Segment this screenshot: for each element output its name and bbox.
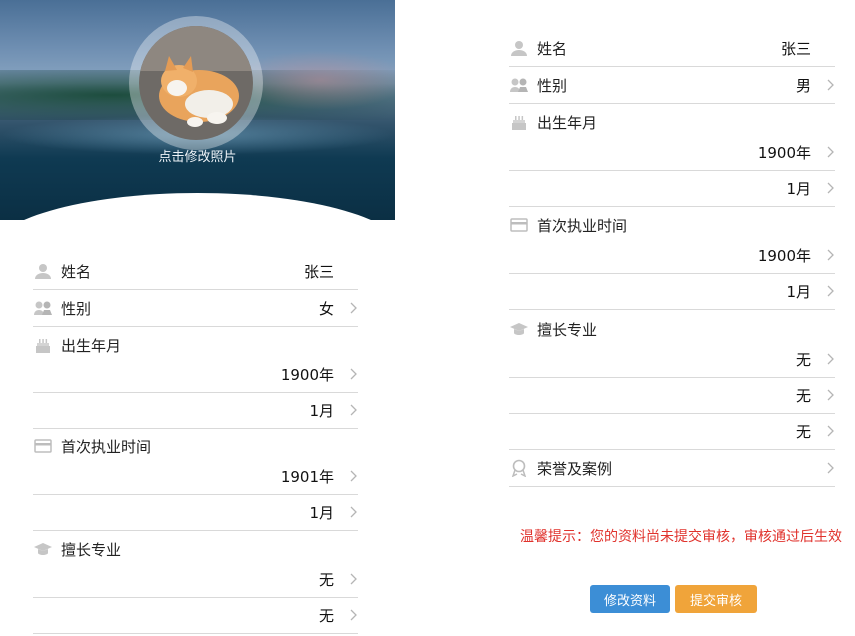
graduation-cap-icon [33, 539, 53, 559]
row-label: 擅长专业 [537, 320, 598, 339]
chevron-right-icon [340, 503, 358, 522]
chevron-right-icon [340, 299, 358, 318]
row-label: 擅长专业 [61, 540, 122, 559]
profile-row[interactable]: 1900年 [509, 134, 835, 171]
row-label: 首次执业时间 [537, 216, 628, 235]
row-value: 无 [318, 570, 334, 589]
chevron-right-icon [817, 350, 835, 369]
chevron-right-icon [817, 143, 835, 162]
profile-row[interactable]: 1月 [509, 273, 835, 310]
row-value: 女 [318, 299, 334, 318]
profile-row[interactable]: 无 [33, 561, 358, 598]
change-photo-label[interactable]: 点击修改照片 [0, 146, 395, 165]
edit-profile-button[interactable]: 修改资料 [590, 585, 670, 613]
profile-row[interactable]: 荣誉及案例 [509, 450, 835, 487]
cake-icon [509, 112, 529, 132]
profile-row[interactable]: 1月 [33, 494, 358, 531]
chevron-right-icon [340, 570, 358, 589]
profile-row[interactable]: 1901年 [33, 458, 358, 495]
row-label: 性别 [537, 76, 568, 95]
card-icon [33, 436, 53, 456]
chevron-right-icon [817, 246, 835, 265]
row-label: 出生年月 [537, 113, 598, 132]
cat-photo [139, 26, 253, 140]
row-value: 1900年 [757, 143, 811, 162]
row-label: 性别 [61, 299, 92, 318]
row-value: 1月 [309, 503, 334, 522]
row-label: 姓名 [537, 39, 568, 58]
profile-row[interactable]: 无 [509, 413, 835, 450]
row-label: 出生年月 [61, 336, 122, 355]
card-icon [509, 215, 529, 235]
gender-icon [509, 75, 529, 95]
chevron-right-icon [340, 365, 358, 384]
profile-row[interactable]: 姓名 张三 [509, 30, 835, 67]
profile-row[interactable]: 1月 [33, 392, 358, 429]
profile-row[interactable]: 无 [33, 597, 358, 634]
row-label: 姓名 [61, 262, 92, 281]
chevron-right-icon [817, 179, 835, 198]
chevron-right-icon [817, 422, 835, 441]
chevron-right-icon [817, 459, 835, 478]
avatar[interactable] [139, 26, 253, 140]
row-value: 1月 [786, 282, 811, 301]
person-icon [509, 38, 529, 58]
chevron-right-icon [340, 401, 358, 420]
row-value: 无 [795, 386, 811, 405]
profile-row[interactable]: 1月 [509, 170, 835, 207]
gender-icon [33, 298, 53, 318]
row-value: 无 [318, 606, 334, 625]
profile-row[interactable]: 无 [509, 377, 835, 414]
row-value: 男 [795, 76, 811, 95]
cake-icon [33, 335, 53, 355]
chevron-right-icon [817, 76, 835, 95]
profile-header: 点击修改照片 [0, 0, 395, 220]
row-value: 1月 [309, 401, 334, 420]
ribbon-icon [509, 458, 529, 478]
profile-row[interactable]: 性别 女 [33, 290, 358, 327]
row-value: 张三 [303, 262, 334, 281]
graduation-cap-icon [509, 319, 529, 339]
profile-row[interactable]: 1900年 [33, 356, 358, 393]
row-value: 1901年 [280, 467, 334, 486]
row-value: 1月 [786, 179, 811, 198]
profile-row[interactable]: 性别 男 [509, 67, 835, 104]
row-value: 无 [795, 422, 811, 441]
profile-row[interactable]: 1900年 [509, 237, 835, 274]
profile-row[interactable]: 姓名 张三 [33, 253, 358, 290]
person-icon [33, 261, 53, 281]
row-value: 1900年 [757, 246, 811, 265]
row-value: 1900年 [280, 365, 334, 384]
row-value: 张三 [780, 39, 811, 58]
warm-tip-text: 温馨提示：您的资料尚未提交审核，审核通过后生效 [520, 529, 842, 545]
chevron-right-icon [817, 386, 835, 405]
profile-row[interactable]: 无 [509, 341, 835, 378]
row-label: 荣誉及案例 [537, 459, 613, 478]
row-value: 无 [795, 350, 811, 369]
chevron-right-icon [817, 282, 835, 301]
chevron-right-icon [340, 467, 358, 486]
row-label: 首次执业时间 [61, 437, 152, 456]
submit-review-button[interactable]: 提交审核 [675, 585, 757, 613]
left-profile-panel: 点击修改照片 姓名 张三 性别女出生年月 1900年 1月 首次执业时间 1901年 1月 擅长… [0, 0, 395, 636]
chevron-right-icon [340, 606, 358, 625]
